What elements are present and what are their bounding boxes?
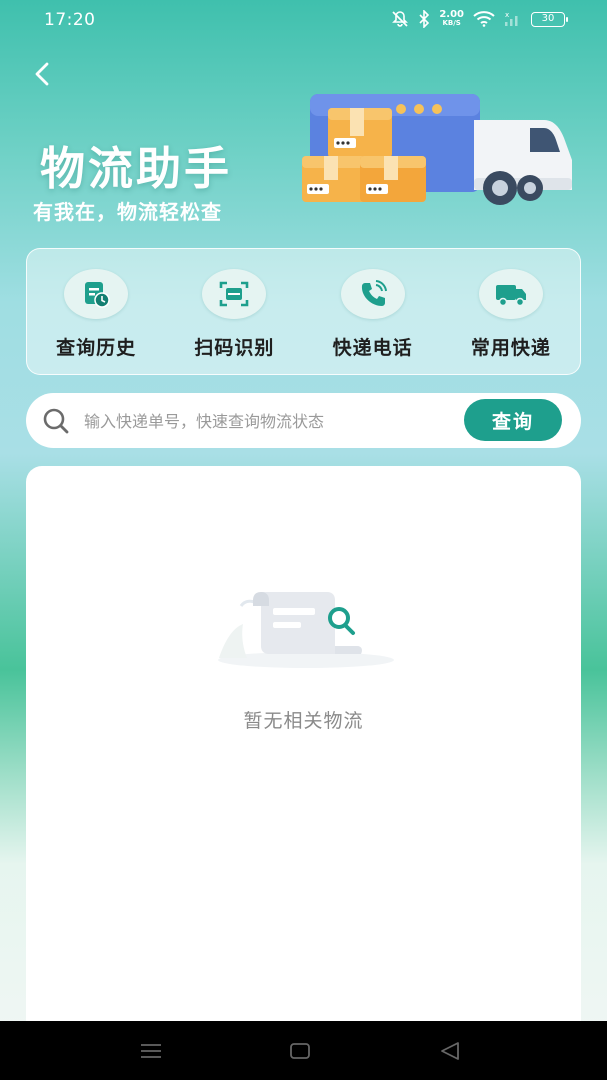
quick-actions-panel: 查询历史 扫码识别 快递电话 常用快递 [26,248,581,375]
nav-home-button[interactable] [286,1039,314,1063]
search-bar: 查询 [26,393,581,448]
search-button[interactable]: 查询 [464,399,562,441]
delivery-truck-illustration [302,94,572,205]
phone-icon [340,269,405,319]
history-icon [64,269,129,319]
scan-icon [202,269,267,319]
quick-action-history[interactable]: 查询历史 [36,269,156,360]
net-speed-unit: KB/S [442,19,461,27]
mute-icon [391,10,409,28]
status-icons: 2.00 KB/S x 30 [391,10,568,28]
svg-text:x: x [505,11,509,19]
quick-action-label: 快递电话 [332,337,413,359]
tracking-number-input[interactable] [84,404,454,438]
quick-action-scan[interactable]: 扫码识别 [174,269,294,360]
nav-back-button[interactable] [436,1039,464,1063]
bluetooth-icon [418,10,430,28]
home-icon [290,1043,310,1059]
truck-icon [478,269,543,319]
chevron-left-icon [35,62,49,86]
quick-action-common-couriers[interactable]: 常用快递 [451,269,571,360]
quick-action-phone[interactable]: 快递电话 [313,269,433,360]
system-nav-bar [0,1021,607,1080]
nav-menu-button[interactable] [137,1039,165,1063]
results-card: 暂无相关物流 [26,466,581,1036]
page-title: 物流助手 [40,142,233,195]
back-button[interactable] [24,56,60,92]
wifi-icon [473,11,495,27]
menu-icon [141,1044,161,1058]
status-bar: 17:20 2.00 KB/S x 30 [0,0,607,44]
quick-action-label: 扫码识别 [194,337,275,359]
net-speed-value: 2.00 [439,9,464,20]
empty-state-illustration [218,592,394,668]
signal-icon: x [504,11,522,27]
quick-action-label: 常用快递 [470,337,551,359]
search-icon [42,407,70,439]
page-subtitle: 有我在，物流轻松查 [33,200,222,224]
back-icon [441,1042,459,1060]
net-speed: 2.00 KB/S [439,10,464,28]
quick-action-label: 查询历史 [56,337,137,359]
status-time: 17:20 [44,10,96,30]
battery-icon: 30 [531,11,568,27]
empty-state-text: 暂无相关物流 [243,710,364,732]
